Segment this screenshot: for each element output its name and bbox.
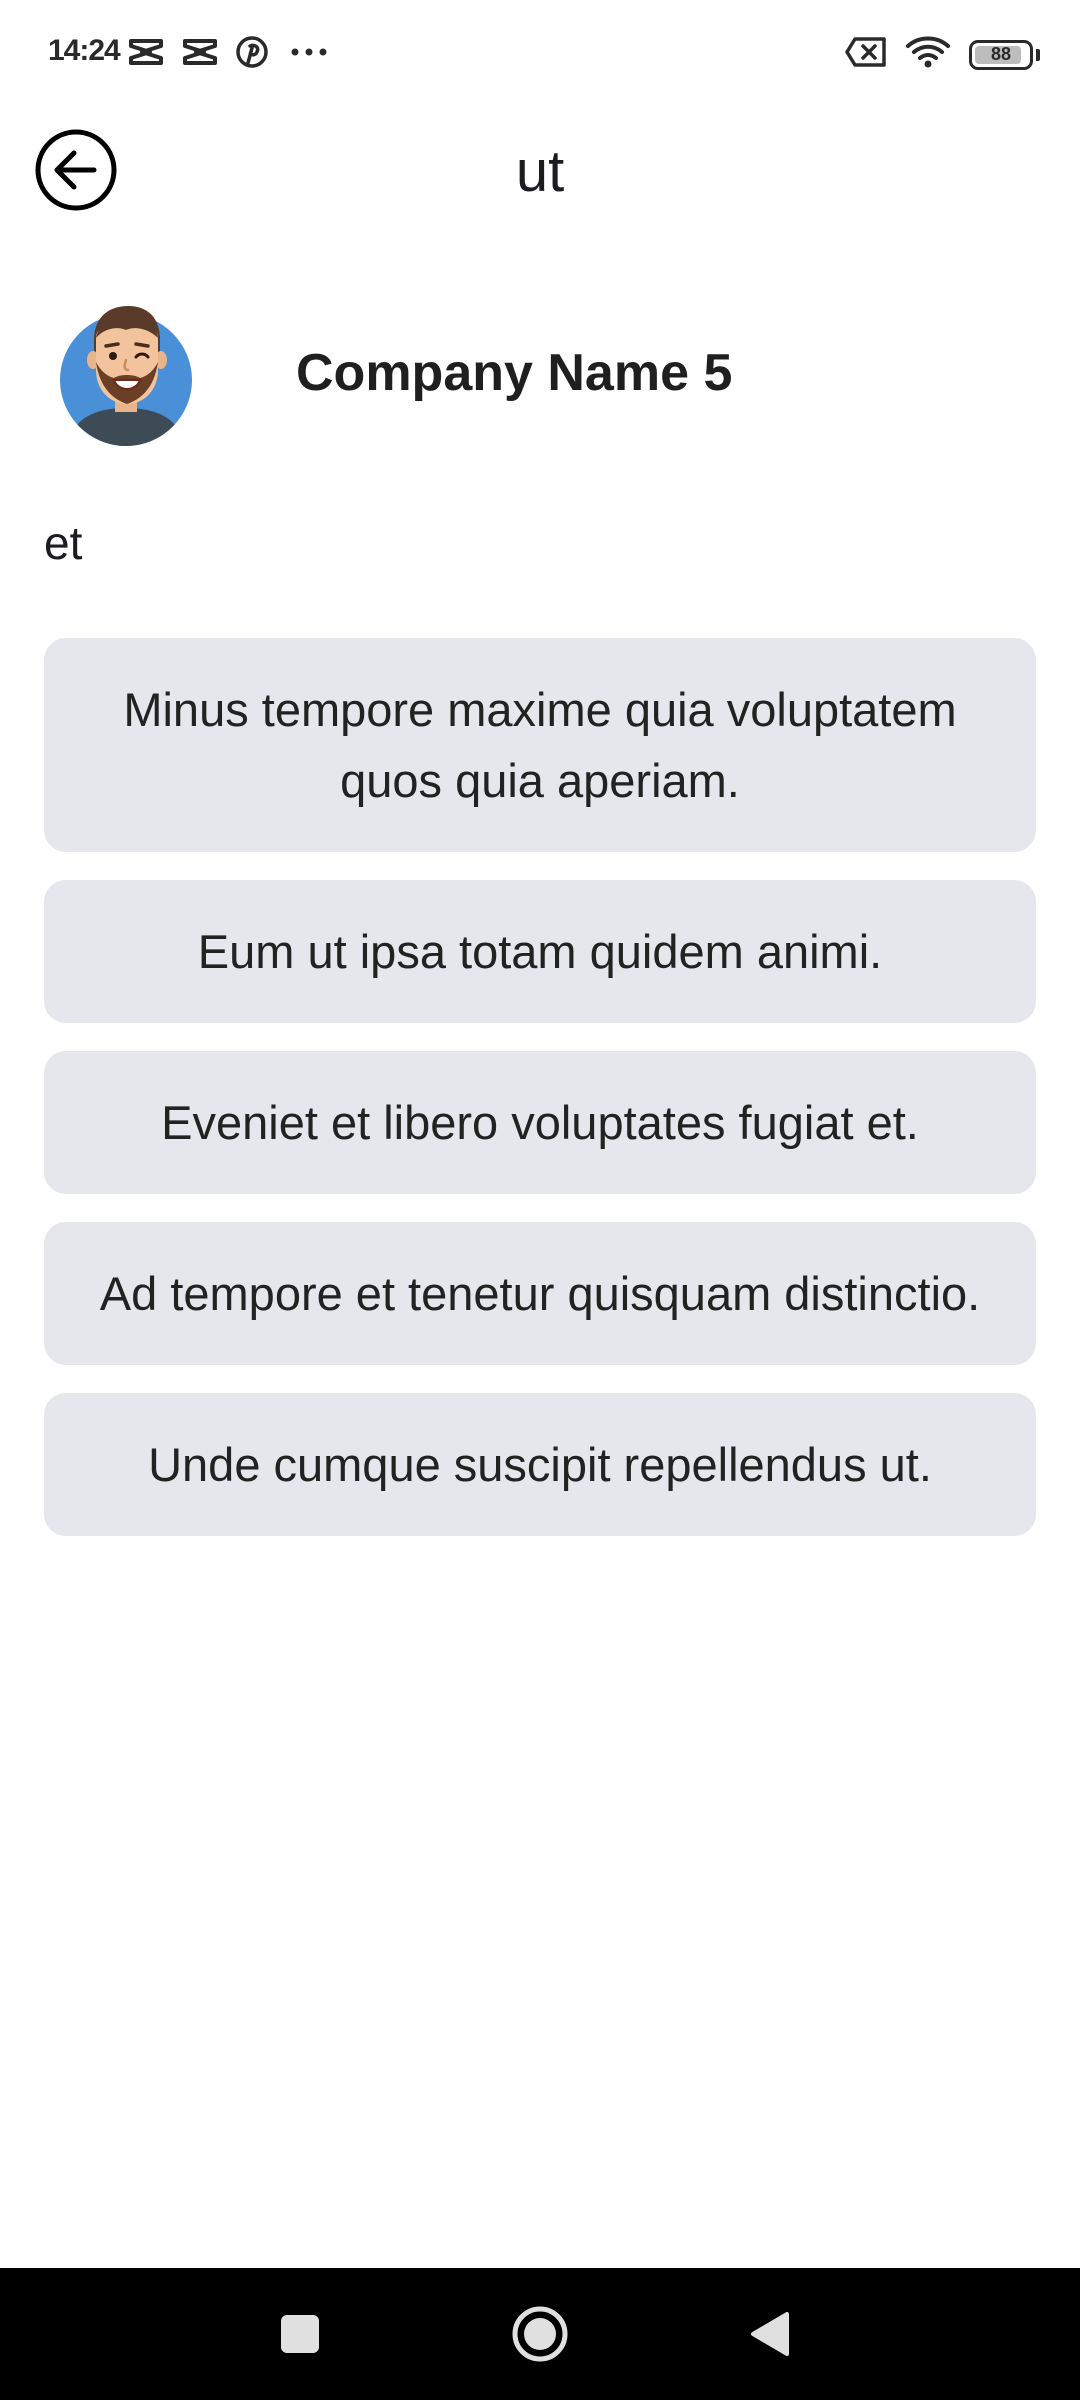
- capcut-icon: [128, 37, 164, 67]
- no-sim-icon: [845, 36, 887, 73]
- options-list: Minus tempore maxime quia voluptatem quo…: [44, 638, 1036, 1536]
- recents-button[interactable]: [260, 2268, 340, 2400]
- status-left-icons: [128, 36, 332, 68]
- company-header: Company Name 5: [60, 300, 732, 446]
- recents-square-icon: [281, 2315, 319, 2353]
- app-bar: ut: [0, 110, 1080, 230]
- status-bar: 14:24 88: [0, 0, 1080, 100]
- option-button[interactable]: Eum ut ipsa totam quidem animi.: [44, 880, 1036, 1023]
- question-subtitle: et: [44, 517, 83, 569]
- option-button[interactable]: Unde cumque suscipit repellendus ut.: [44, 1393, 1036, 1536]
- bearded-man-avatar-icon: [60, 306, 192, 446]
- more-dots-icon: [286, 37, 332, 67]
- option-button[interactable]: Ad tempore et tenetur quisquam distincti…: [44, 1222, 1036, 1365]
- option-button[interactable]: Minus tempore maxime quia voluptatem quo…: [44, 638, 1036, 852]
- pinterest-icon: [236, 36, 268, 68]
- home-button[interactable]: [500, 2268, 580, 2400]
- page-title: ut: [515, 139, 565, 204]
- battery-nub: [1036, 48, 1040, 61]
- system-nav-bar: [0, 2268, 1080, 2400]
- avatar: [60, 300, 192, 446]
- status-time: 14:24: [48, 34, 121, 67]
- capcut-icon: [182, 37, 218, 67]
- home-circle-icon: [512, 2306, 568, 2362]
- status-right-icons: 88: [845, 34, 1040, 75]
- company-name: Company Name 5: [296, 344, 733, 402]
- nav-back-button[interactable]: [730, 2268, 810, 2400]
- battery-level: 88: [990, 44, 1012, 64]
- battery-icon: 88: [969, 39, 1033, 70]
- option-button[interactable]: Eveniet et libero voluptates fugiat et.: [44, 1051, 1036, 1194]
- back-triangle-icon: [751, 2312, 789, 2356]
- wifi-icon: [905, 34, 951, 75]
